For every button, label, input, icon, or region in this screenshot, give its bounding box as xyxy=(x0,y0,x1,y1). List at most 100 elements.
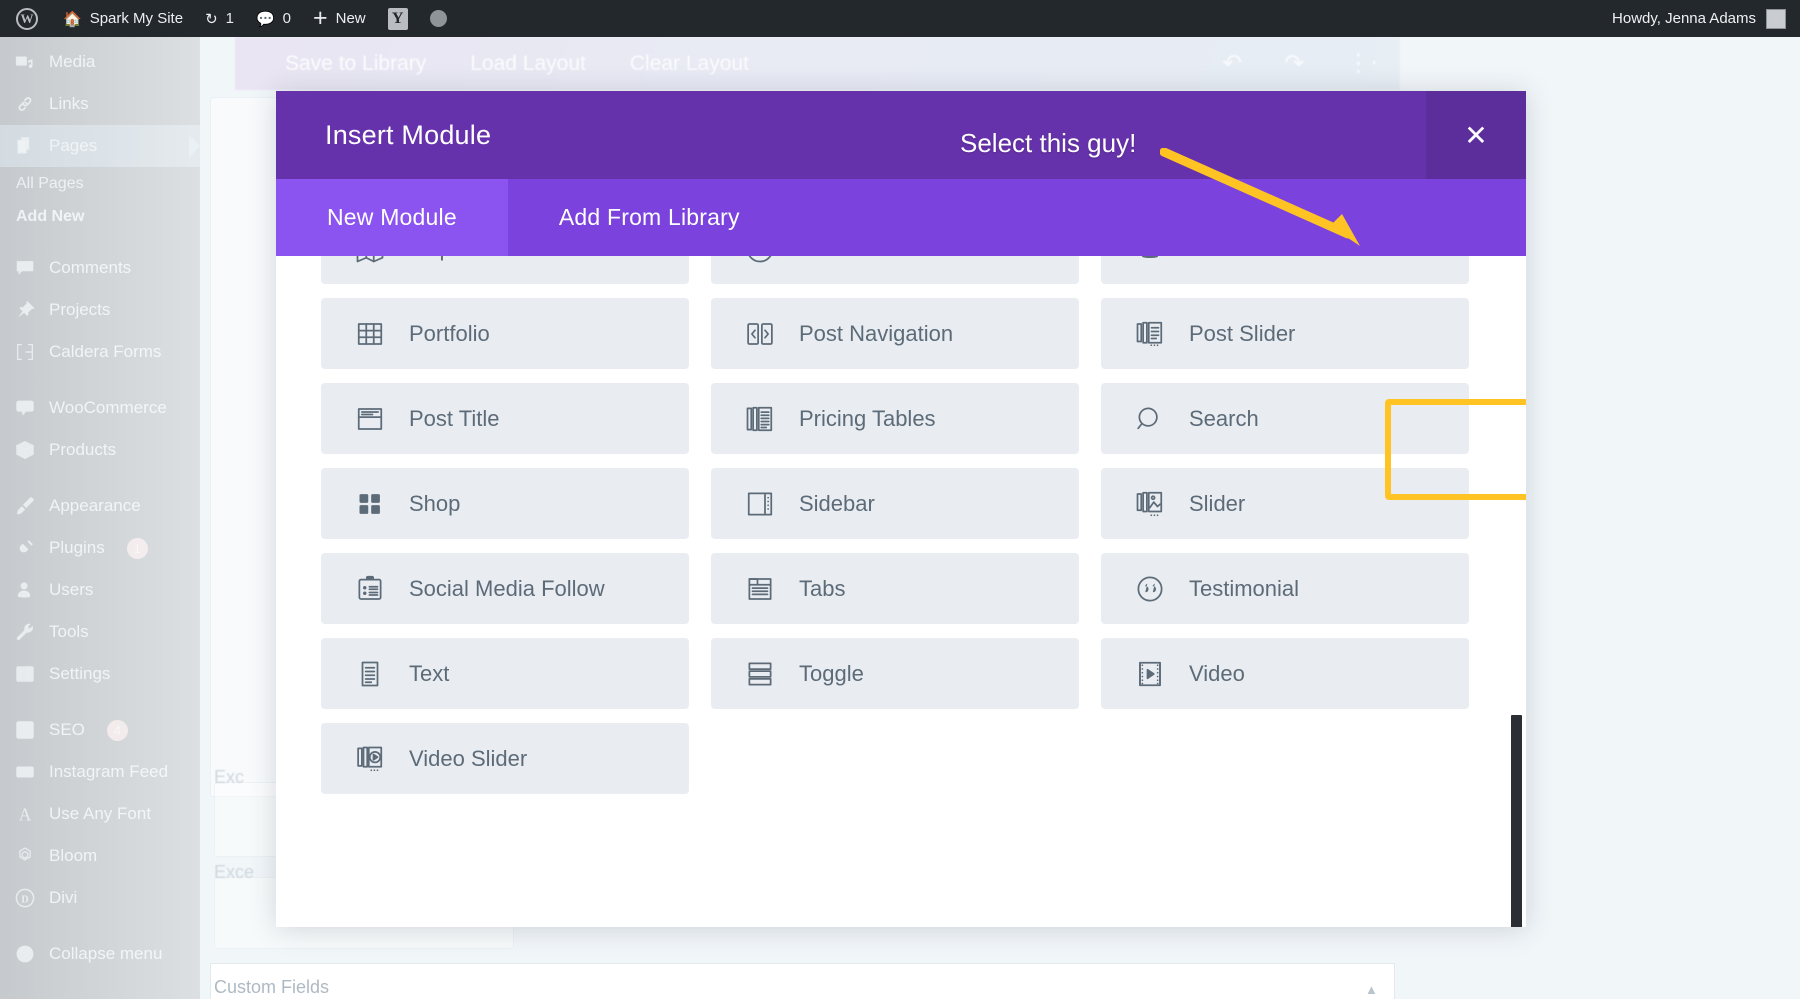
module-post-title[interactable]: Post Title xyxy=(321,383,689,454)
clear-layout-button[interactable]: Clear Layout xyxy=(630,52,749,76)
yoast-seo-icon: Y xyxy=(14,719,36,741)
tab-new-module[interactable]: New Module xyxy=(276,179,508,256)
close-icon[interactable]: ✕ xyxy=(1426,91,1526,179)
modal-scrollbar[interactable] xyxy=(1511,715,1522,927)
sidebar-item-label: Bloom xyxy=(49,846,98,865)
yoast-seo-menu[interactable]: Y xyxy=(377,0,419,37)
sidebar-item-instagram-feed[interactable]: Instagram Feed xyxy=(0,751,200,793)
circle-icon xyxy=(429,10,447,27)
post-title-icon xyxy=(350,404,390,434)
sidebar-item-divi[interactable]: D Divi xyxy=(0,877,200,919)
module-shop[interactable]: Shop xyxy=(321,468,689,539)
sidebar-item-label: Divi xyxy=(49,888,78,907)
sidebar-item-label: Media xyxy=(49,52,96,71)
svg-text:Woo: Woo xyxy=(19,405,32,411)
history-icon[interactable]: ⋮⋅ xyxy=(1346,49,1378,78)
module-text[interactable]: Text xyxy=(321,638,689,709)
site-name-menu[interactable]: 🏠 Spark My Site xyxy=(52,0,194,37)
brush-icon xyxy=(14,495,36,517)
module-label: Video Slider xyxy=(409,745,528,771)
sidebar-item-bloom[interactable]: Bloom xyxy=(0,835,200,877)
load-layout-button[interactable]: Load Layout xyxy=(470,52,586,76)
sidebar-item-collapse-menu[interactable]: Collapse menu xyxy=(0,933,200,975)
wordpress-logo-icon[interactable] xyxy=(0,0,52,37)
sidebar-subitem-add-new[interactable]: Add New xyxy=(0,200,200,233)
save-to-library-button[interactable]: Save to Library xyxy=(285,52,426,76)
sidebar-item-label: Appearance xyxy=(49,496,141,515)
sidebar-item-label: Use Any Font xyxy=(49,804,152,823)
pin-icon xyxy=(14,299,36,321)
sidebar-item-label: Products xyxy=(49,440,117,459)
wrench-icon xyxy=(14,621,36,643)
custom-fields-title: Custom Fields xyxy=(214,977,330,997)
module-search[interactable]: Search xyxy=(1101,383,1469,454)
comments-menu[interactable]: 💬 0 xyxy=(245,0,302,37)
module-label: Post Slider xyxy=(1189,320,1296,346)
post-navigation-icon xyxy=(740,319,780,349)
sidebar-item-tools[interactable]: Tools xyxy=(0,611,200,653)
module-label: Shop xyxy=(409,490,461,516)
module-social-media-follow[interactable]: Social Media Follow xyxy=(321,553,689,624)
avatar-icon[interactable] xyxy=(1766,8,1786,29)
module-sidebar[interactable]: Sidebar xyxy=(711,468,1079,539)
module-video-slider[interactable]: Video Slider xyxy=(321,723,689,794)
comment-bubble-icon: 💬 xyxy=(255,10,275,28)
home-icon: 🏠 xyxy=(63,10,82,28)
sidebar-icon xyxy=(740,489,780,519)
sidebar-item-seo[interactable]: Y SEO 4 xyxy=(0,709,200,751)
sidebar-item-appearance[interactable]: Appearance xyxy=(0,485,200,527)
sidebar-item-label: Users xyxy=(49,580,94,599)
wp-admin-bar: 🏠 Spark My Site ↻ 1 💬 0 + New Y Howdy, J… xyxy=(0,0,1800,37)
sidebar-item-comments[interactable]: Comments xyxy=(0,247,200,289)
video-slider-icon xyxy=(350,744,390,774)
sidebar-item-caldera-forms[interactable]: Caldera Forms xyxy=(0,331,200,373)
sidebar-item-woocommerce[interactable]: Woo WooCommerce xyxy=(0,387,200,429)
sidebar-item-users[interactable]: Users xyxy=(0,569,200,611)
excerpt-label-1: Exc xyxy=(214,767,245,787)
redo-icon[interactable]: ↷ xyxy=(1284,49,1304,78)
module-testimonial[interactable]: Testimonial xyxy=(1101,553,1469,624)
excerpt-label-2: Exce xyxy=(214,862,255,882)
sidebar-item-media[interactable]: Media xyxy=(0,41,200,83)
module-toggle[interactable]: Toggle xyxy=(711,638,1079,709)
comments-count: 0 xyxy=(282,10,292,27)
module-person[interactable]: Person xyxy=(1101,256,1469,284)
sidebar-item-label: SEO xyxy=(49,720,85,739)
sidebar-separator xyxy=(0,695,200,709)
howdy-label[interactable]: Howdy, Jenna Adams xyxy=(1612,10,1756,27)
module-video[interactable]: Video xyxy=(1101,638,1469,709)
sidebar-item-plugins[interactable]: Plugins 1 xyxy=(0,527,200,569)
module-number-counter[interactable]: Number Counter xyxy=(711,256,1079,284)
sidebar-item-pages[interactable]: Pages xyxy=(0,125,200,167)
number-counter-icon xyxy=(740,256,780,264)
module-slider[interactable]: Slider xyxy=(1101,468,1469,539)
sidebar-item-use-any-font[interactable]: A Use Any Font xyxy=(0,793,200,835)
undo-icon[interactable]: ↶ xyxy=(1222,49,1242,78)
pages-icon xyxy=(14,135,36,157)
sidebar-item-label: Instagram Feed xyxy=(49,762,169,781)
svg-text:A: A xyxy=(19,804,32,824)
module-portfolio[interactable]: Portfolio xyxy=(321,298,689,369)
module-tabs[interactable]: Tabs xyxy=(711,553,1079,624)
module-label: Tabs xyxy=(799,575,846,601)
chevron-up-icon[interactable]: ▲ xyxy=(1365,982,1378,997)
sidebar-item-links[interactable]: Links xyxy=(0,83,200,125)
module-map[interactable]: Map xyxy=(321,256,689,284)
annotation-text: Select this guy! xyxy=(960,128,1137,158)
module-pricing-tables[interactable]: Pricing Tables xyxy=(711,383,1079,454)
woocommerce-icon: Woo xyxy=(14,397,36,419)
module-post-slider[interactable]: Post Slider xyxy=(1101,298,1469,369)
tab-add-from-library[interactable]: Add From Library xyxy=(508,179,791,256)
sidebar-item-products[interactable]: Products xyxy=(0,429,200,471)
updates-menu[interactable]: ↻ 1 xyxy=(194,0,245,37)
new-content-menu[interactable]: + New xyxy=(302,0,377,37)
modal-title: Insert Module xyxy=(325,119,492,150)
shop-grid-icon xyxy=(350,490,390,518)
status-menu[interactable] xyxy=(419,0,458,37)
sidebar-subitem-all-pages[interactable]: All Pages xyxy=(0,167,200,200)
sidebar-item-projects[interactable]: Projects xyxy=(0,289,200,331)
social-media-icon xyxy=(350,574,390,604)
sidebar-separator xyxy=(0,471,200,485)
sidebar-item-settings[interactable]: Settings xyxy=(0,653,200,695)
module-post-navigation[interactable]: Post Navigation xyxy=(711,298,1079,369)
